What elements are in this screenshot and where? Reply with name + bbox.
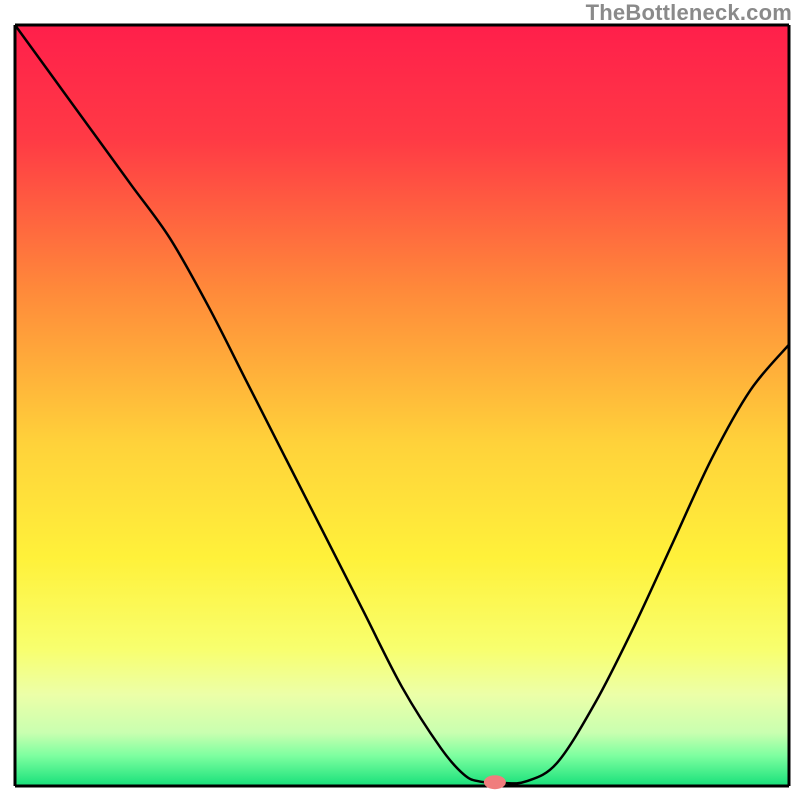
optimal-marker [484, 775, 506, 789]
plot-background [15, 25, 789, 786]
bottleneck-chart [0, 0, 800, 800]
chart-stage: TheBottleneck.com [0, 0, 800, 800]
